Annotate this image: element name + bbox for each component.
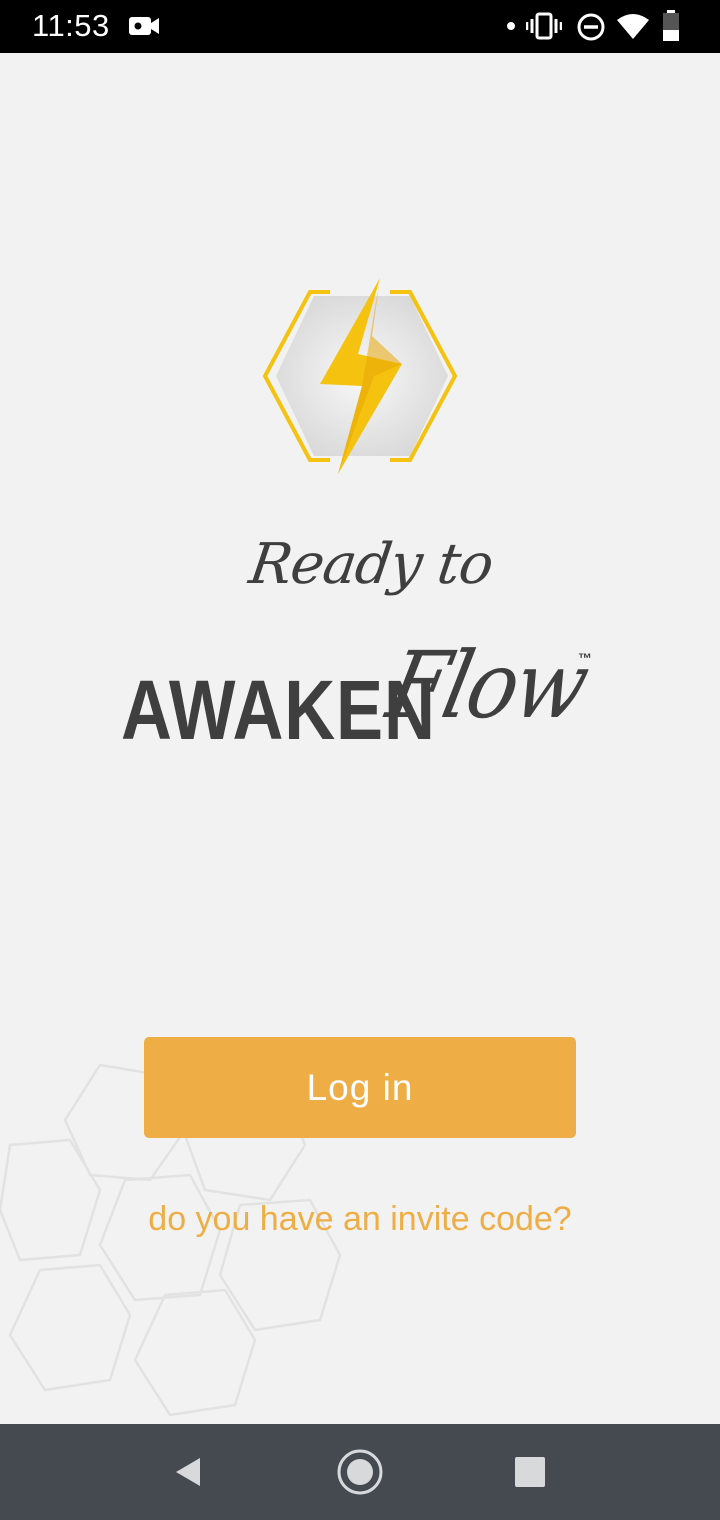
login-button[interactable]: Log in: [144, 1037, 576, 1138]
recents-icon[interactable]: [514, 1456, 546, 1488]
notification-dot-icon: [507, 22, 515, 30]
invite-code-link[interactable]: do you have an invite code?: [0, 1200, 720, 1239]
navigation-bar: [0, 1424, 720, 1520]
trademark-symbol: ™: [578, 650, 592, 666]
brand-script-text: Flow: [378, 632, 596, 739]
wifi-icon: [617, 14, 649, 39]
do-not-disturb-icon: [577, 13, 605, 41]
status-time: 11:53: [32, 8, 110, 43]
home-icon[interactable]: [336, 1448, 384, 1496]
vibrate-icon: [526, 12, 562, 40]
back-icon[interactable]: [170, 1454, 206, 1490]
status-bar: 11:53: [0, 0, 720, 53]
battery-icon: [663, 10, 679, 41]
lightning-hexagon-logo: [262, 278, 458, 474]
tagline-text: Ready to: [245, 532, 497, 597]
video-camera-icon: [129, 17, 159, 35]
